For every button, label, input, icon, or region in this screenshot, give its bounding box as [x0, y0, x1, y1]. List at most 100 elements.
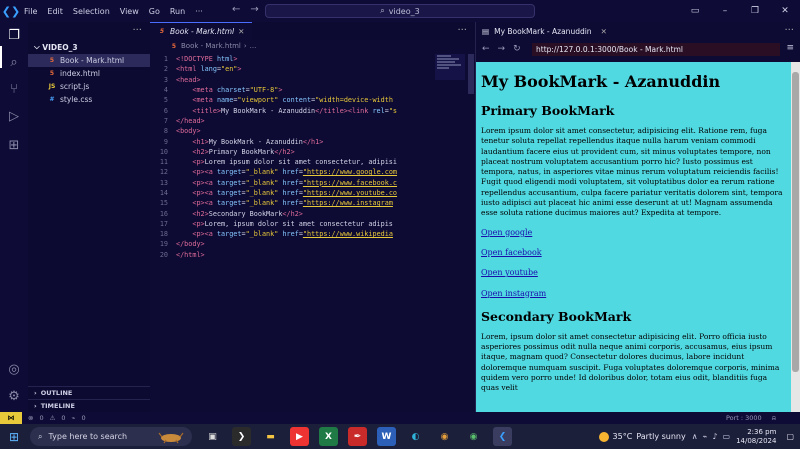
battery-icon[interactable]: ▭ — [723, 432, 731, 441]
close-icon[interactable]: ✕ — [238, 27, 244, 36]
more-actions-icon[interactable]: ··· — [132, 25, 142, 36]
notifications-icon[interactable]: ⍾ — [772, 414, 776, 423]
menu-view[interactable]: View — [120, 7, 139, 16]
vscode-icon[interactable]: ❮ — [493, 427, 512, 446]
menu-more[interactable]: ··· — [195, 7, 203, 16]
search-icon[interactable]: ⌕ — [4, 52, 24, 72]
breadcrumb: 5 Book - Mark.html › ... — [150, 40, 475, 52]
menu-selection[interactable]: Selection — [73, 7, 110, 16]
code-area[interactable]: 1 <!DOCTYPE html> 2 <html lang="en"> 3 <hea… — [150, 54, 475, 260]
activity-bar: ❐ ⌕ ⑂ ▷ ⊞ ◎ ⚙ — [0, 22, 28, 412]
forward-arrow-icon[interactable]: → — [498, 44, 506, 54]
file-explorer-icon[interactable]: ▬ — [261, 427, 280, 446]
timeline-section[interactable]: › TIMELINE — [28, 399, 150, 411]
source-control-icon[interactable]: ⑂ — [4, 79, 24, 99]
refresh-icon[interactable]: ↻ — [513, 44, 521, 54]
weather-widget[interactable]: 35°C Partly sunny — [598, 431, 686, 442]
chevron-down-icon: ⌵ — [34, 42, 43, 51]
hamburger-menu-icon[interactable]: ≡ — [786, 43, 794, 53]
code-line: 6 <title>My BookMark - Azanuddin</title>… — [163, 106, 398, 115]
restore-button[interactable]: ❐ — [740, 6, 770, 16]
code-line: 10 <h2>Primary BookMark</h2> — [159, 147, 295, 156]
hidden-icons-chevron-icon[interactable]: ∧ — [692, 432, 698, 441]
warning-count: 0 — [61, 414, 66, 422]
breadcrumb-more[interactable]: ... — [250, 42, 257, 50]
url-bar[interactable]: http://127.0.0.1:3000/Book - Mark.html — [532, 43, 780, 56]
close-icon[interactable]: ✕ — [601, 27, 607, 36]
chevron-right-icon: › — [243, 42, 247, 50]
back-arrow-icon[interactable]: ← — [482, 44, 490, 54]
outline-section[interactable]: › OUTLINE — [28, 386, 150, 398]
file-script-js[interactable]: JS script.js — [28, 80, 150, 93]
explorer-sidebar: ··· ⌵ VIDEO_3 5 Book - Mark.html 5 index… — [28, 22, 150, 412]
tab-label: Book - Mark.html — [170, 27, 235, 36]
more-actions-icon[interactable]: ··· — [784, 25, 794, 36]
windows-start-icon[interactable]: ⊞ — [0, 424, 28, 449]
code-line: 16 <h2>Secondary BookMark</h2> — [159, 209, 303, 218]
taskbar-search-placeholder: Type here to search — [48, 432, 128, 441]
code-line: 9 <h1>My BookMark - Azanuddin</h1> — [163, 137, 324, 146]
system-tray: 35°C Partly sunny ∧ ⌁ ♪ ▭ 2:36 pm 14/08/… — [598, 424, 800, 449]
folder-video-3[interactable]: ⌵ VIDEO_3 — [28, 40, 150, 54]
problems-status[interactable]: ⊗ 0 ⚠ 0 ⌁ 0 — [28, 414, 86, 422]
account-icon[interactable]: ◎ — [4, 359, 24, 379]
file-index-html[interactable]: 5 index.html — [28, 67, 150, 80]
breadcrumb-file[interactable]: Book - Mark.html — [181, 42, 241, 50]
youtube-icon[interactable]: ▶ — [290, 427, 309, 446]
chrome-icon[interactable]: ◉ — [435, 427, 454, 446]
link-facebook[interactable]: Open facebook — [481, 248, 542, 257]
minimize-button[interactable]: – — [710, 6, 740, 16]
link-youtube[interactable]: Open youtube — [481, 268, 538, 277]
excel-icon[interactable]: X — [319, 427, 338, 446]
extensions-icon[interactable]: ⊞ — [4, 135, 24, 155]
html-file-icon: 5 — [49, 70, 55, 77]
menu-edit[interactable]: Edit — [47, 7, 63, 16]
tab-book-mark-html[interactable]: 5 Book - Mark.html ✕ — [150, 22, 253, 40]
ports-count: 0 — [81, 414, 86, 422]
layout-icon[interactable]: ▭ — [680, 6, 710, 16]
forward-arrow-icon[interactable]: → — [250, 4, 258, 15]
explorer-icon[interactable]: ❐ — [4, 25, 24, 45]
code-line: 20 </html> — [159, 250, 205, 259]
menu-go[interactable]: Go — [149, 7, 160, 16]
menu-file[interactable]: File — [24, 7, 37, 16]
clock-date: 14/08/2024 — [736, 436, 777, 445]
minimap[interactable] — [435, 54, 465, 80]
pdf-icon[interactable]: ✒ — [348, 427, 367, 446]
wifi-icon[interactable]: ⌁ — [703, 432, 708, 441]
file-book-mark-html[interactable]: 5 Book - Mark.html — [28, 54, 150, 67]
menu-run[interactable]: Run — [170, 7, 185, 16]
close-button[interactable]: ✕ — [770, 6, 800, 16]
task-view-icon[interactable]: ▣ — [203, 427, 222, 446]
more-actions-icon[interactable]: ··· — [457, 25, 467, 36]
chrome-profile-icon[interactable]: ◉ — [464, 427, 483, 446]
editor-scrollbar[interactable] — [468, 54, 474, 94]
speaker-icon[interactable]: ♪ — [712, 432, 717, 441]
code-line: 17 <p>Lorem, ipsum dolor sit amet consec… — [159, 219, 393, 228]
tab-browser-preview[interactable]: ▤ My BookMark - Azanuddin ✕ — [476, 22, 800, 40]
run-debug-icon[interactable]: ▷ — [4, 106, 24, 126]
primary-heading: Primary BookMark — [481, 103, 615, 118]
link-instagram[interactable]: Open instagram — [481, 289, 546, 298]
word-icon[interactable]: W — [377, 427, 396, 446]
clock[interactable]: 2:36 pm 14/08/2024 — [736, 428, 776, 446]
status-bar: ⋈ ⊗ 0 ⚠ 0 ⌁ 0 Port : 3000 ⍾ — [0, 412, 800, 424]
edge-icon[interactable]: ◐ — [406, 427, 425, 446]
ports-icon: ⌁ — [71, 414, 76, 422]
folder-label: VIDEO_3 — [42, 42, 78, 52]
live-server-port[interactable]: Port : 3000 — [726, 414, 762, 423]
file-label: index.html — [60, 69, 100, 78]
code-line: 1 <!DOCTYPE html> — [163, 55, 238, 64]
gear-icon[interactable]: ⚙ — [4, 386, 24, 406]
terminal-icon[interactable]: ❯ — [232, 427, 251, 446]
remote-indicator-icon[interactable]: ⋈ — [0, 412, 22, 424]
command-center[interactable]: ⌕ video_3 — [265, 4, 535, 18]
taskbar-search[interactable]: ⌕ Type here to search — [30, 427, 192, 446]
back-arrow-icon[interactable]: ← — [232, 4, 240, 15]
file-style-css[interactable]: # style.css — [28, 93, 150, 106]
notification-center-icon[interactable]: ▢ — [786, 432, 794, 441]
html-file-icon: 5 — [49, 57, 55, 64]
link-google[interactable]: Open google — [481, 228, 532, 237]
page-scrollbar-thumb[interactable] — [792, 72, 799, 372]
partly-sunny-icon — [598, 431, 609, 442]
